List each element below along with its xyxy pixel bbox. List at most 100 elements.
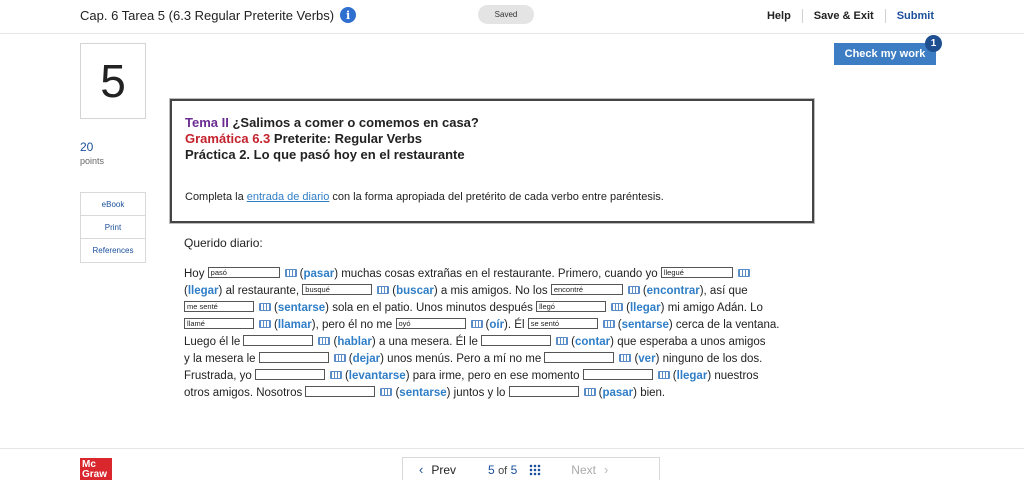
keyboard-icon[interactable]	[380, 388, 393, 396]
answer-input[interactable]	[258, 352, 329, 363]
answer-input[interactable]: llegó	[536, 301, 607, 312]
assignment-title-text: Cap. 6 Tarea 5 (6.3 Regular Preterite Ve…	[80, 7, 335, 23]
answer-input[interactable]	[544, 352, 615, 363]
of-label: of	[498, 464, 508, 477]
keyboard-icon[interactable]	[284, 269, 297, 277]
verb-hint: levantarse	[348, 370, 406, 382]
tema-text: ¿Salimos a comer o comemos en casa?	[232, 115, 479, 130]
instruction-before: Completa la	[185, 191, 244, 203]
verb-hint: pasar	[602, 387, 634, 399]
answer-input[interactable]: llegué	[660, 267, 733, 278]
grid-icon[interactable]	[529, 463, 542, 476]
question-navigation: ‹ Prev 5 of 5 Next ›	[402, 457, 660, 480]
keyboard-icon[interactable]	[627, 286, 640, 294]
passage-text: bien.	[640, 387, 666, 399]
keyboard-icon[interactable]	[556, 337, 569, 345]
passage-text: a mis amigos. No los	[440, 285, 548, 297]
answer-input[interactable]: llamé	[184, 318, 254, 329]
total-pages: 5	[510, 462, 518, 477]
keyboard-icon[interactable]	[737, 269, 750, 277]
verb-hint: oír	[489, 319, 505, 331]
passage-text: , así que	[703, 285, 748, 297]
verb-hint: llegar	[676, 370, 708, 382]
question-number: 5	[80, 43, 146, 119]
passage-text: ninguno de los dos.	[662, 353, 763, 365]
verb-hint: ver	[638, 353, 656, 365]
passage-text: muchas cosas extrañas en el restaurante.…	[341, 268, 658, 280]
references-link[interactable]: References	[81, 239, 145, 262]
header-links: Help Save & Exit Submit	[756, 9, 934, 23]
answer-input[interactable]	[254, 369, 325, 380]
passage-text: cerca de la ventana.	[675, 319, 780, 331]
passage-text: Hoy	[184, 268, 205, 280]
current-page: 5	[488, 462, 495, 477]
answer-input[interactable]	[582, 369, 653, 380]
assignment-title: Cap. 6 Tarea 5 (6.3 Regular Preterite Ve…	[80, 7, 357, 23]
keyboard-icon[interactable]	[583, 388, 596, 396]
help-link[interactable]: Help	[756, 10, 802, 22]
points-value: 20	[80, 140, 94, 154]
answer-input[interactable]	[305, 386, 376, 397]
verb-hint: sentarse	[399, 387, 447, 399]
saved-status-badge: Saved	[478, 5, 534, 24]
page-indicator[interactable]: 5 of 5	[488, 463, 517, 477]
passage-text: al restaurante,	[225, 285, 300, 297]
ebook-link[interactable]: eBook	[81, 193, 145, 216]
passage-text: Frustrada, yo	[184, 370, 252, 382]
submit-link[interactable]: Submit	[886, 10, 934, 22]
answer-input[interactable]	[508, 386, 579, 397]
points-label: points	[80, 156, 105, 166]
passage-text: sola en el patio. Unos minutos después	[332, 302, 533, 314]
print-link[interactable]: Print	[81, 216, 145, 239]
keyboard-icon[interactable]	[470, 320, 483, 328]
info-icon[interactable]: i	[340, 7, 357, 23]
keyboard-icon[interactable]	[377, 286, 390, 294]
diary-entry-link[interactable]: entrada de diario	[247, 191, 330, 203]
diary-passage: Hoy pasó (pasar) muchas cosas extrañas en…	[184, 267, 780, 399]
answer-input[interactable]: se sentó	[527, 318, 598, 329]
tema-line: Tema II ¿Salimos a comer o comemos en ca…	[185, 115, 799, 131]
answer-input[interactable]: busqué	[302, 284, 373, 295]
keyboard-icon[interactable]	[259, 303, 271, 311]
passage-text: que esperaba a unos amigos	[617, 336, 766, 348]
passage-text: y la mesera le	[184, 353, 256, 365]
prev-button[interactable]: ‹ Prev	[419, 462, 456, 477]
instruction-text: Completa la entrada de diario con la for…	[185, 191, 799, 203]
instruction-after: con la forma apropiada del pretérito de …	[332, 191, 664, 203]
keyboard-icon[interactable]	[329, 371, 342, 379]
verb-hint: encontrar	[646, 285, 700, 297]
keyboard-icon[interactable]	[657, 371, 670, 379]
instructions-box: Tema II ¿Salimos a comer o comemos en ca…	[170, 99, 814, 223]
save-exit-link[interactable]: Save & Exit	[803, 10, 885, 22]
prev-label: Prev	[431, 462, 457, 477]
answer-input[interactable]	[243, 335, 314, 346]
verb-hint: llamar	[277, 319, 312, 331]
verb-hint: pasar	[303, 268, 335, 280]
keyboard-icon[interactable]	[619, 354, 632, 362]
keyboard-icon[interactable]	[333, 354, 346, 362]
answer-input[interactable]: oyó	[395, 318, 466, 329]
diary-greeting: Querido diario:	[184, 236, 263, 250]
keyboard-icon[interactable]	[611, 303, 624, 311]
next-button[interactable]: Next ›	[571, 462, 608, 477]
passage-text: otros amigos. Nosotros	[184, 387, 303, 399]
passage-text: mi amigo Adán. Lo	[667, 302, 763, 314]
answer-input[interactable]: encontré	[550, 284, 623, 295]
passage-text: unos menús. Pero a mí no me	[387, 353, 542, 365]
passage-text: . Él	[507, 319, 525, 331]
verb-hint: llegar	[187, 285, 219, 297]
answer-input[interactable]	[481, 335, 552, 346]
verb-hint: sentarse	[621, 319, 669, 331]
mcgraw-hill-logo: Mc Graw	[80, 458, 112, 480]
tema-label: Tema II	[185, 115, 229, 130]
keyboard-icon[interactable]	[602, 320, 615, 328]
answer-input[interactable]: pasó	[207, 267, 280, 278]
gramatica-label: Gramática 6.3	[185, 131, 271, 146]
keyboard-icon[interactable]	[259, 320, 271, 328]
check-my-work-button[interactable]: Check my work	[834, 43, 936, 65]
keyboard-icon[interactable]	[318, 337, 331, 345]
chevron-right-icon: ›	[603, 462, 609, 477]
logo-line: Graw	[82, 469, 108, 480]
answer-input[interactable]: me senté	[184, 301, 254, 312]
top-header: Cap. 6 Tarea 5 (6.3 Regular Preterite Ve…	[0, 0, 1024, 34]
